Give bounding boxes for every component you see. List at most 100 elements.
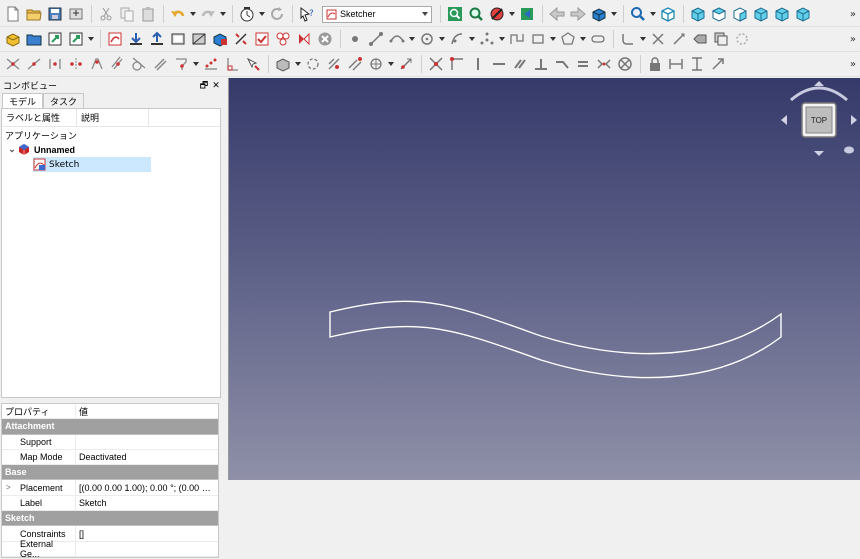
- expand-chevron-icon[interactable]: ⌄: [6, 144, 18, 155]
- nav-arrow-down-icon[interactable]: [814, 151, 824, 156]
- symmetric-points-icon[interactable]: [66, 55, 85, 74]
- edit-sketch-icon[interactable]: [126, 30, 145, 49]
- undo-icon[interactable]: [168, 5, 187, 24]
- toolbar-overflow-chevron[interactable]: »: [850, 9, 856, 20]
- nav-cube-menu-icon[interactable]: [844, 146, 854, 154]
- whats-this-icon[interactable]: ?: [297, 5, 316, 24]
- constraint-horizontal-distance-icon[interactable]: [666, 55, 685, 74]
- circle-dropdown[interactable]: [438, 30, 445, 49]
- workbench-selector[interactable]: Sketcher: [322, 5, 432, 23]
- tree-item-document[interactable]: ⌄ Unnamed: [2, 142, 220, 157]
- rectangle-dropdown[interactable]: [549, 30, 556, 49]
- constraint-equal-icon[interactable]: [573, 55, 592, 74]
- map-sketch-icon[interactable]: [210, 30, 229, 49]
- nav-arrow-left-icon[interactable]: [781, 115, 787, 125]
- 3d-viewport[interactable]: TOP: [228, 78, 860, 480]
- draw-style-icon[interactable]: [487, 5, 506, 24]
- constraint-horizontal-icon[interactable]: [489, 55, 508, 74]
- draw-style-dropdown[interactable]: [508, 5, 515, 24]
- fit-all-icon[interactable]: [445, 5, 464, 24]
- navigation-cube[interactable]: TOP: [777, 78, 860, 162]
- property-row-label[interactable]: Label Sketch: [2, 495, 218, 512]
- constraint-dropdown[interactable]: [192, 55, 199, 74]
- tab-tasks[interactable]: タスク: [43, 93, 85, 108]
- internal-geometry-dropdown[interactable]: [387, 55, 394, 74]
- lock-points-icon[interactable]: [171, 55, 190, 74]
- leave-sketch-icon[interactable]: [147, 30, 166, 49]
- constraint-point-on-object-icon[interactable]: [447, 55, 466, 74]
- create-part-icon[interactable]: [3, 30, 22, 49]
- view-top-icon[interactable]: [709, 5, 728, 24]
- zoom-icon[interactable]: [628, 5, 647, 24]
- create-polyline-icon[interactable]: [507, 30, 526, 49]
- bspline-dropdown[interactable]: [498, 30, 505, 49]
- property-row-external-geometry[interactable]: External Ge...: [2, 539, 218, 559]
- create-line-icon[interactable]: [366, 30, 385, 49]
- arc-dropdown[interactable]: [408, 30, 415, 49]
- zoom-dropdown[interactable]: [649, 5, 656, 24]
- refresh-icon[interactable]: [267, 5, 286, 24]
- perpendicular-points-icon[interactable]: [222, 55, 241, 74]
- create-arc-icon[interactable]: [387, 30, 406, 49]
- std-views-dropdown[interactable]: [610, 5, 617, 24]
- toolbar-overflow-chevron[interactable]: »: [850, 59, 856, 70]
- property-row-constraints[interactable]: Constraints []: [2, 526, 218, 542]
- expand-chevron-right-icon[interactable]: >: [6, 483, 20, 492]
- save-icon[interactable]: [45, 5, 64, 24]
- close-panel-icon[interactable]: ✕: [210, 80, 222, 91]
- snap-icon[interactable]: [303, 55, 322, 74]
- mirror-sketch-icon[interactable]: [294, 30, 313, 49]
- property-row-map-mode[interactable]: Map Mode Deactivated: [2, 449, 218, 466]
- copy-icon[interactable]: [117, 5, 136, 24]
- property-group-sketch[interactable]: Sketch: [2, 511, 218, 527]
- tab-model[interactable]: モデル: [2, 93, 44, 108]
- constraint-lock-icon[interactable]: [645, 55, 664, 74]
- view-isometric-icon[interactable]: [658, 5, 677, 24]
- redo-dropdown[interactable]: [219, 5, 226, 24]
- property-value[interactable]: [(0.00 0.00 1.00); 0.00 °; (0.00 mm ...: [76, 483, 218, 493]
- save-as-icon[interactable]: [66, 5, 85, 24]
- toolbar-overflow-chevron[interactable]: »: [850, 34, 856, 45]
- tree-column-label[interactable]: ラベルと属性: [2, 109, 77, 126]
- external-geometry-icon[interactable]: [690, 30, 709, 49]
- constraint-tangent-icon[interactable]: [552, 55, 571, 74]
- new-sketch-icon[interactable]: [105, 30, 124, 49]
- toggle-driving-icon[interactable]: [396, 55, 415, 74]
- constraint-parallel-icon[interactable]: [510, 55, 529, 74]
- trim-icon[interactable]: [648, 30, 667, 49]
- tree-item-sketch-selection[interactable]: Sketch: [33, 157, 151, 172]
- block-constraint-icon[interactable]: [87, 55, 106, 74]
- point-on-object-icon[interactable]: [24, 55, 43, 74]
- fit-selection-icon[interactable]: [466, 5, 485, 24]
- rendering-order-icon[interactable]: [324, 55, 343, 74]
- forward-icon[interactable]: [568, 5, 587, 24]
- property-column-name[interactable]: プロパティ: [2, 404, 76, 419]
- view-left-icon[interactable]: [793, 5, 812, 24]
- view-section-icon[interactable]: [189, 30, 208, 49]
- open-folder-icon[interactable]: [24, 5, 43, 24]
- tangent-points-icon[interactable]: [129, 55, 148, 74]
- property-group-attachment[interactable]: Attachment: [2, 419, 218, 435]
- vertical-distance-alt-icon[interactable]: [45, 55, 64, 74]
- tree-column-description[interactable]: 説明: [77, 109, 149, 126]
- merge-sketches-icon[interactable]: [273, 30, 292, 49]
- grid-dropdown[interactable]: [294, 55, 301, 74]
- conic-dropdown[interactable]: [468, 30, 475, 49]
- macro-record-icon[interactable]: [237, 5, 256, 24]
- new-document-icon[interactable]: [3, 5, 22, 24]
- view-right-icon[interactable]: [730, 5, 749, 24]
- create-conic-icon[interactable]: [447, 30, 466, 49]
- redo-icon[interactable]: [198, 5, 217, 24]
- property-row-placement[interactable]: > Placement [(0.00 0.00 1.00); 0.00 °; (0…: [2, 480, 218, 496]
- create-link-alt-icon[interactable]: [66, 30, 85, 49]
- bounding-box-icon[interactable]: [517, 5, 536, 24]
- property-row-support[interactable]: Support: [2, 434, 218, 450]
- constraint-block-icon[interactable]: [615, 55, 634, 74]
- float-panel-icon[interactable]: 🗗: [198, 78, 210, 94]
- select-constraints-icon[interactable]: [243, 55, 262, 74]
- polygon-dropdown[interactable]: [579, 30, 586, 49]
- create-group-icon[interactable]: [24, 30, 43, 49]
- create-polygon-icon[interactable]: [558, 30, 577, 49]
- construction-mode-icon[interactable]: [732, 30, 751, 49]
- create-bspline-icon[interactable]: [477, 30, 496, 49]
